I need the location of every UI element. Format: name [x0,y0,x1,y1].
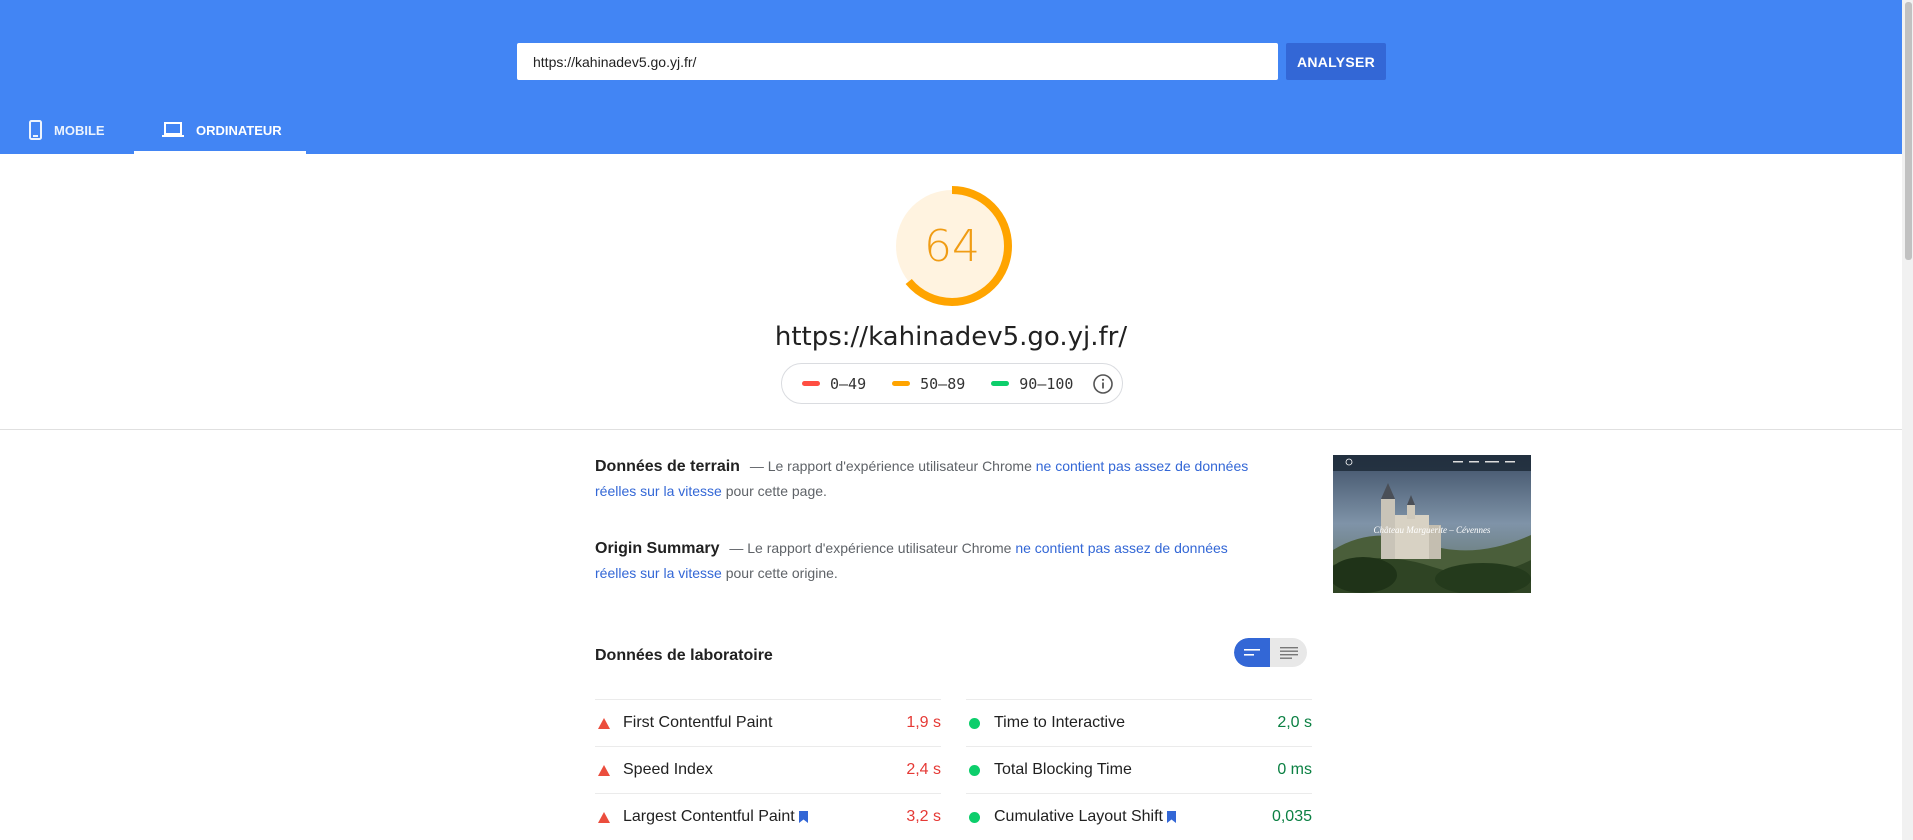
metric-row: First Contentful Paint 1,9 s [595,699,941,746]
view-toggle[interactable] [1234,638,1307,667]
metric-value: 2,0 s [1277,714,1312,731]
expanded-list-icon [1279,646,1298,659]
bookmark-icon [798,811,808,823]
field-data-prefix: — Le rapport d'expérience utilisateur Ch… [745,458,1036,474]
legend-fail-label: 0–49 [830,374,867,393]
analyze-button[interactable]: ANALYSER [1286,43,1386,80]
lab-data-title: Données de laboratoire [595,647,773,664]
metric-label-wrap: Cumulative Layout Shift [994,808,1272,826]
tab-desktop-label: ORDINATEUR [196,122,282,138]
legend-item-pass: 90–100 [991,375,1073,393]
legend-average-marker [892,381,911,386]
section-divider [0,429,1902,430]
origin-summary-suffix: pour cette origine. [721,565,838,581]
metric-row: Speed Index 2,4 s [595,746,941,793]
origin-summary-section: Origin Summary — Le rapport d'expérience… [595,536,1255,586]
metric-row: Total Blocking Time 0 ms [966,746,1312,793]
metric-label: Total Blocking Time [994,761,1132,778]
legend-item-average: 50–89 [892,375,965,393]
metric-row: Cumulative Layout Shift 0,035 [966,793,1312,840]
compact-list-icon [1244,648,1260,656]
active-tab-indicator [134,151,306,154]
metric-label-wrap: Largest Contentful Paint [623,808,906,826]
bookmark-icon [1166,811,1176,823]
field-data-title: Données de terrain [595,458,740,475]
fail-triangle-icon [595,811,623,823]
score-legend: 0–49 50–89 90–100 [781,363,1123,404]
smartphone-icon [29,120,42,140]
performance-score: 64 [924,220,980,272]
metric-value: 0,035 [1271,808,1312,825]
scrollbar-thumb[interactable] [1905,2,1912,260]
pass-dot-icon [966,717,994,729]
legend-pass-marker [991,381,1010,386]
page-screenshot-thumbnail: Château Marguerite – Cévennes [1333,455,1531,593]
legend-pass-label: 90–100 [1019,374,1074,393]
origin-summary-title: Origin Summary [595,540,720,557]
url-input[interactable] [517,43,1278,80]
metric-label: Cumulative Layout Shift [994,808,1163,825]
fail-triangle-icon [595,717,623,729]
legend-item-fail: 0–49 [802,375,866,393]
legend-fail-marker [802,381,820,386]
field-data-section: Données de terrain — Le rapport d'expéri… [595,454,1255,504]
metric-label: First Contentful Paint [623,714,773,731]
metric-label: Speed Index [623,761,713,778]
laptop-icon [162,122,184,138]
origin-summary-prefix: — Le rapport d'expérience utilisateur Ch… [725,540,1016,556]
fail-triangle-icon [595,764,623,776]
metric-label: Largest Contentful Paint [623,808,795,825]
tab-mobile-label: MOBILE [54,122,105,138]
metric-value: 1,9 s [906,714,941,731]
legend-average-label: 50–89 [920,374,966,393]
metric-label: Time to Interactive [994,714,1126,731]
pass-dot-icon [966,764,994,776]
compact-view-button[interactable] [1234,638,1270,667]
metric-value: 0 ms [1277,761,1312,778]
tab-desktop[interactable]: ORDINATEUR [134,106,306,154]
metric-row: Time to Interactive 2,0 s [966,699,1312,746]
tab-mobile[interactable]: MOBILE [29,106,105,154]
info-icon[interactable] [1092,373,1114,399]
expanded-view-button[interactable] [1270,638,1307,667]
thumbnail-headline: Château Marguerite – Cévennes [1373,525,1491,535]
header-bar: ANALYSER MOBILE ORDINATEUR [0,0,1902,154]
metric-value: 2,4 s [906,761,941,778]
analyzed-url: https://kahinadev5.go.yj.fr/ [774,322,1128,352]
metric-value: 3,2 s [906,808,941,825]
metric-row: Largest Contentful Paint 3,2 s [595,793,941,840]
pass-dot-icon [966,811,994,823]
field-data-suffix: pour cette page. [721,483,827,499]
